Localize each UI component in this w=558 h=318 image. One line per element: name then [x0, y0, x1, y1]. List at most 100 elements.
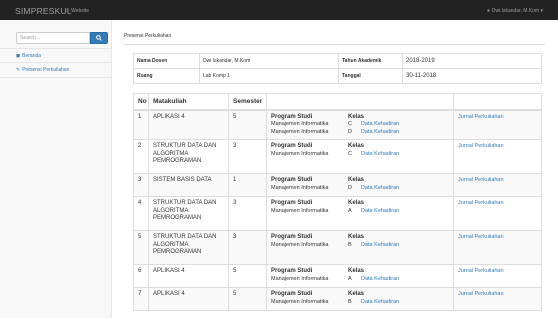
website-link[interactable]: ⌂ Website	[66, 8, 89, 14]
row-semester: 3	[228, 230, 267, 265]
prodi-value: Manajemen Informatika	[271, 121, 329, 127]
row-matakuliah: APLIKASI 4	[148, 287, 229, 311]
sidebar-divider	[0, 77, 112, 78]
search-icon	[96, 35, 102, 41]
row-matakuliah: SISTEM BASIS DATA	[148, 173, 229, 197]
prodi-header: Program Studi	[271, 113, 313, 120]
data-kehadiran-link[interactable]: Data Kehadiran	[361, 151, 399, 157]
row-prodi-kelas: Program Studi Manajemen Informatika Mana…	[266, 109, 454, 140]
header-blank	[266, 93, 454, 111]
dashboard-icon: ◼	[16, 53, 21, 59]
kelas-value: A	[348, 207, 352, 214]
prodi-value: Manajemen Informatika	[271, 128, 329, 135]
kelas-header: Kelas	[348, 113, 365, 120]
sidebar-divider	[0, 62, 112, 63]
prodi-value: Manajemen Informatika	[271, 275, 329, 282]
tahun-value: 2018-2019	[402, 53, 542, 69]
prodi-header: Program Studi	[271, 177, 313, 183]
header-no: No	[133, 93, 149, 111]
top-navbar: SIMPRESKUL ⌂ Website ● Dwi Iskandar, M.Kom…	[0, 0, 558, 20]
kelas-value: A	[348, 275, 352, 282]
search-input[interactable]	[16, 32, 90, 44]
search-button[interactable]	[90, 32, 108, 44]
row-no: 4	[133, 196, 149, 231]
kelas-value: B	[348, 241, 352, 248]
row-semester: 5	[228, 287, 267, 311]
row-matakuliah: STRUKTUR DATA DAN ALGORITMA PEMROGRAMAN	[148, 196, 229, 231]
row-prodi-kelas: Program Studi Manajemen Informatika Kela…	[266, 196, 454, 231]
row-semester: 5	[228, 109, 267, 140]
data-kehadiran-link[interactable]: Data Kehadiran	[361, 121, 399, 127]
user-menu[interactable]: ● Dwi Iskandar, M.Kom ▾	[487, 8, 543, 14]
prodi-header: Program Studi	[271, 234, 313, 240]
row-semester: 5	[228, 264, 267, 288]
table-row: 5 STRUKTUR DATA DAN ALGORITMA PEMROGRAMA…	[133, 230, 542, 265]
sidebar-item-presensi[interactable]: ✎ Presensi Perkuliahan	[16, 65, 108, 75]
kelas-value: B	[348, 298, 352, 305]
row-no: 5	[133, 230, 149, 265]
row-matakuliah: STRUKTUR DATA DAN ALGORITMA PEMROGRAMAN	[148, 230, 229, 265]
row-prodi-kelas: Program Studi Manajemen Informatika Kela…	[266, 264, 454, 288]
data-kehadiran-link[interactable]: Data Kehadiran	[361, 208, 399, 214]
jurnal-link[interactable]: Jurnal Perkuliahan	[458, 200, 504, 206]
nama-dosen-value: Dwi Iskandar, M.Kom	[199, 53, 339, 69]
jurnal-link[interactable]: Jurnal Perkuliahan	[458, 114, 504, 120]
kelas-value: C	[348, 121, 352, 127]
data-kehadiran-link[interactable]: Data Kehadiran	[361, 242, 399, 248]
sidebar-item-label: Beranda	[22, 53, 42, 59]
table-row: 4 STRUKTUR DATA DAN ALGORITMA PEMROGRAMA…	[133, 196, 542, 231]
kelas-value: C	[348, 150, 352, 157]
user-name: Dwi Iskandar, M.Kom	[491, 8, 540, 14]
user-icon: ●	[486, 8, 490, 14]
kelas-header: Kelas	[348, 234, 365, 240]
edit-icon: ✎	[16, 67, 21, 73]
prodi-value: Manajemen Informatika	[271, 298, 329, 305]
header-matakuliah: Matakuliah	[148, 93, 229, 111]
data-kehadiran-link[interactable]: Data Kehadiran	[361, 129, 399, 135]
jurnal-link[interactable]: Jurnal Perkuliahan	[458, 143, 504, 149]
table-row: 6 APLIKASI 4 5 Program Studi Manajemen I…	[133, 264, 542, 288]
table-row: 1 APLIKASI 4 5 Program Studi Manajemen I…	[133, 109, 542, 140]
kelas-header: Kelas	[348, 177, 365, 183]
prodi-header: Program Studi	[271, 200, 313, 206]
row-no: 2	[133, 139, 149, 174]
ruang-label: Ruang	[133, 68, 200, 84]
kelas-header: Kelas	[348, 143, 365, 149]
row-semester: 3	[228, 196, 267, 231]
sidebar-divider	[0, 48, 112, 49]
table-row: 7 APLIKASI 4 5 Program Studi Manajemen I…	[133, 287, 542, 311]
jurnal-link[interactable]: Jurnal Perkuliahan	[458, 291, 504, 297]
tanggal-label: Tanggal	[338, 68, 403, 84]
row-prodi-kelas: Program Studi Manajemen Informatika Kela…	[266, 173, 454, 197]
prodi-value: Manajemen Informatika	[271, 184, 329, 191]
page-title: Presensi Perkuliahan	[124, 33, 172, 39]
kelas-header: Kelas	[348, 291, 365, 297]
prodi-header: Program Studi	[271, 143, 313, 149]
kelas-header: Kelas	[348, 268, 365, 274]
data-kehadiran-link[interactable]: Data Kehadiran	[361, 299, 399, 305]
info-table: Nama Dosen Dwi Iskandar, M.Kom Tahun Aka…	[133, 53, 542, 84]
caret-down-icon: ▾	[540, 8, 543, 14]
prodi-header: Program Studi	[271, 268, 313, 274]
row-prodi-kelas: Program Studi Manajemen Informatika Kela…	[266, 287, 454, 311]
nama-dosen-label: Nama Dosen	[133, 53, 200, 69]
row-matakuliah: APLIKASI 4	[148, 264, 229, 288]
row-matakuliah: STRUKTUR DATA DAN ALGORITMA PEMROGRAMAN	[148, 139, 229, 174]
jurnal-link[interactable]: Jurnal Perkuliahan	[458, 234, 504, 240]
row-prodi-kelas: Program Studi Manajemen Informatika Kela…	[266, 230, 454, 265]
website-label: Website	[71, 8, 90, 14]
row-no: 1	[133, 109, 149, 140]
row-semester: 3	[228, 139, 267, 174]
home-icon: ⌂	[66, 8, 70, 14]
brand-logo[interactable]: SIMPRESKUL	[15, 6, 72, 16]
table-row: 2 STRUKTUR DATA DAN ALGORITMA PEMROGRAMA…	[133, 139, 542, 174]
jurnal-link[interactable]: Jurnal Perkuliahan	[458, 177, 504, 183]
jurnal-link[interactable]: Jurnal Perkuliahan	[458, 268, 504, 274]
kelas-header: Kelas	[348, 200, 365, 206]
data-kehadiran-link[interactable]: Data Kehadiran	[361, 185, 399, 191]
title-divider	[124, 44, 545, 45]
row-no: 3	[133, 173, 149, 197]
kelas-value: D	[348, 128, 352, 135]
data-kehadiran-link[interactable]: Data Kehadiran	[361, 276, 399, 282]
sidebar-item-beranda[interactable]: ◼ Beranda	[16, 51, 108, 61]
